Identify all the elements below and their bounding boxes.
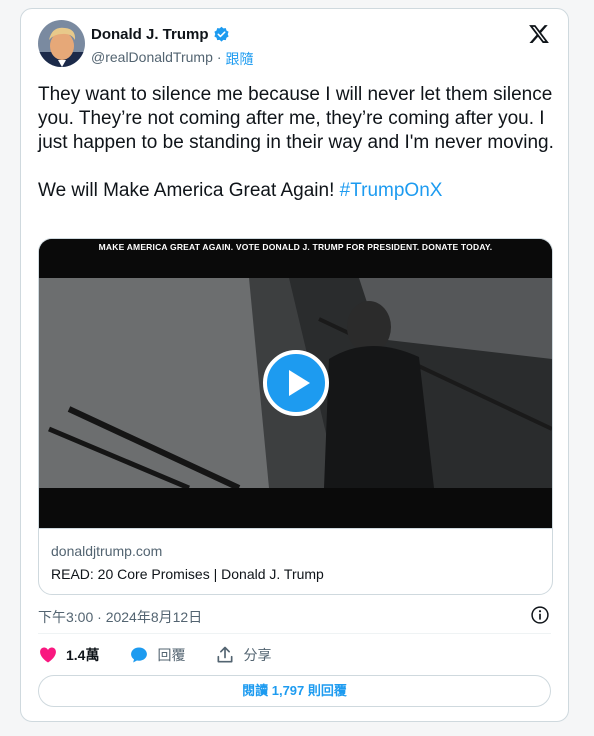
video-player[interactable]: MAKE AMERICA GREAT AGAIN. VOTE DONALD J.… bbox=[39, 239, 552, 528]
verified-badge-icon bbox=[213, 26, 229, 42]
link-title: READ: 20 Core Promises | Donald J. Trump bbox=[51, 566, 324, 582]
action-bar: 1.4萬 回覆 分享 bbox=[38, 645, 301, 665]
x-logo-icon[interactable] bbox=[528, 23, 550, 45]
play-icon bbox=[289, 370, 310, 396]
tweet-card: Donald J. Trump @realDonaldTrump · 跟隨 Th… bbox=[20, 8, 569, 722]
author-name-row: Donald J. Trump bbox=[91, 26, 230, 43]
reply-bubble-icon bbox=[131, 647, 148, 663]
tweet-text: They want to silence me because I will n… bbox=[38, 83, 558, 203]
author-name[interactable]: Donald J. Trump bbox=[91, 26, 209, 43]
reply-label: 回覆 bbox=[157, 647, 186, 663]
info-icon[interactable] bbox=[530, 605, 550, 625]
divider bbox=[38, 633, 551, 634]
video-banner-text: MAKE AMERICA GREAT AGAIN. VOTE DONALD J.… bbox=[98, 242, 493, 252]
link-card[interactable]: MAKE AMERICA GREAT AGAIN. VOTE DONALD J.… bbox=[38, 238, 553, 595]
link-info[interactable]: donaldjtrump.com READ: 20 Core Promises … bbox=[39, 528, 552, 594]
tweet-body: They want to silence me because I will n… bbox=[38, 84, 554, 201]
share-icon bbox=[217, 646, 233, 663]
avatar[interactable] bbox=[38, 20, 85, 67]
hashtag-link[interactable]: #TrumpOnX bbox=[340, 180, 443, 201]
handle-separator: · bbox=[216, 49, 222, 65]
link-domain: donaldjtrump.com bbox=[51, 543, 163, 559]
follow-link[interactable]: 跟隨 bbox=[226, 49, 254, 69]
like-button[interactable]: 1.4萬 bbox=[38, 645, 99, 665]
share-button[interactable]: 分享 bbox=[215, 645, 271, 665]
tweet-timestamp[interactable]: 下午3:00 · 2024年8月12日 bbox=[38, 607, 202, 627]
author-handle-row: @realDonaldTrump · 跟隨 bbox=[91, 49, 254, 69]
reply-button[interactable]: 回覆 bbox=[129, 645, 185, 665]
read-replies-button[interactable]: 閱讀 1,797 則回覆 bbox=[38, 675, 551, 707]
like-count: 1.4萬 bbox=[66, 647, 100, 663]
author-handle[interactable]: @realDonaldTrump bbox=[91, 49, 213, 69]
heart-icon bbox=[40, 647, 56, 663]
play-button[interactable] bbox=[263, 350, 329, 416]
share-label: 分享 bbox=[243, 647, 272, 663]
